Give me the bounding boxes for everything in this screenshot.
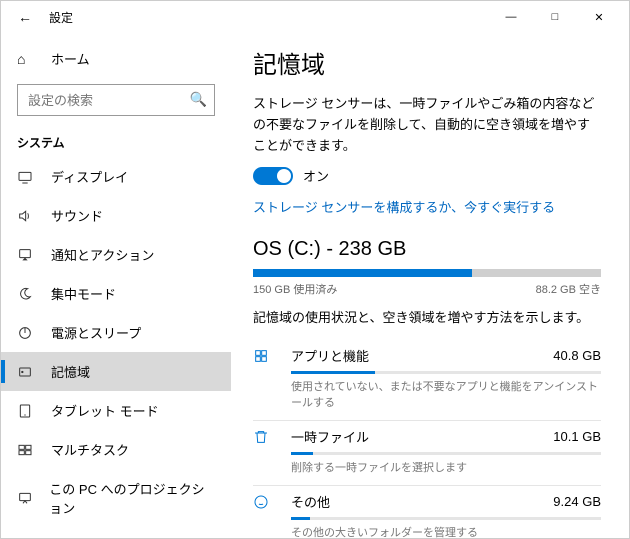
sidebar-item-sound[interactable]: サウンド [1,196,231,235]
nav-label: ディスプレイ [51,167,128,186]
multitask-icon [17,442,37,458]
category-item[interactable]: 一時ファイル10.1 GB 削除する一時ファイルを選択します [253,421,601,486]
category-icon [253,494,277,510]
home-label: ホーム [51,49,90,68]
category-icon [253,348,277,364]
nav-label: サウンド [51,206,103,225]
category-sub: 削除する一時ファイルを選択します [291,459,601,475]
category-size: 9.24 GB [553,494,601,509]
power-icon [17,325,37,341]
category-name: その他 [291,492,553,511]
sidebar-item-storage[interactable]: 記憶域 [1,352,231,391]
home-icon: ⌂ [17,51,37,67]
storage-sense-desc: ストレージ センサーは、一時ファイルやごみ箱の内容などの不要なファイルを削除して… [253,94,601,156]
category-name: 一時ファイル [291,427,553,446]
drive-used-label: 150 GB 使用済み [253,281,337,297]
nav-label: 電源とスリープ [51,323,141,342]
nav-label: 記憶域 [51,362,90,381]
page-title: 記憶域 [253,45,601,80]
search-input[interactable] [17,84,215,116]
drive-title: OS (C:) - 238 GB [253,238,601,261]
category-size: 10.1 GB [553,429,601,444]
category-icon [253,429,277,445]
tablet-icon [17,403,37,419]
category-item[interactable]: その他9.24 GB その他の大きいフォルダーを管理する [253,486,601,538]
sidebar-item-focus[interactable]: 集中モード [1,274,231,313]
category-bar [291,371,601,374]
nav-label: この PC へのプロジェクション [49,479,215,517]
nav-label: 集中モード [51,284,116,303]
configure-link[interactable]: ストレージ センサーを構成するか、今すぐ実行する [253,197,601,216]
category-sub: 使用されていない、または不要なアプリと機能をアンインストールする [291,378,601,410]
storage-sense-toggle[interactable] [253,167,293,185]
back-button[interactable]: ← [9,9,41,25]
focus-icon [17,286,37,302]
main-panel: 記憶域 ストレージ センサーは、一時ファイルやごみ箱の内容などの不要なファイルを… [231,33,629,538]
search-icon: 🔍 [190,91,207,108]
nav-label: タブレット モード [51,401,159,420]
category-size: 40.8 GB [553,348,601,363]
drive-desc: 記憶域の使用状況と、空き領域を増やす方法を示します。 [253,307,601,326]
close-button[interactable]: ✕ [577,1,621,33]
notification-icon [17,247,37,263]
nav-label: 共有エクスペリエンス [51,537,179,538]
nav-label: マルチタスク [51,440,129,459]
drive-usage-bar [253,269,601,277]
home-nav[interactable]: ⌂ ホーム [1,41,231,76]
storage-icon [17,364,37,380]
nav-label: 通知とアクション [51,245,154,264]
sound-icon [17,208,37,224]
sidebar-item-multitask[interactable]: マルチタスク [1,430,231,469]
drive-free-label: 88.2 GB 空き [536,281,601,297]
sidebar-item-shared[interactable]: 共有エクスペリエンス [1,527,231,538]
section-label: システム [1,124,231,157]
category-sub: その他の大きいフォルダーを管理する [291,524,601,538]
sidebar-item-display[interactable]: ディスプレイ [1,157,231,196]
window-title: 設定 [49,9,73,26]
category-bar [291,452,601,455]
display-icon [17,169,37,185]
sidebar: ⌂ ホーム 🔍 システム ディスプレイ サウンド 通知とアクション 集中モード … [1,33,231,538]
sidebar-item-tablet[interactable]: タブレット モード [1,391,231,430]
maximize-button[interactable]: □ [533,1,577,33]
category-item[interactable]: アプリと機能40.8 GB 使用されていない、または不要なアプリと機能をアンインス… [253,340,601,421]
sidebar-item-notifications[interactable]: 通知とアクション [1,235,231,274]
search-box[interactable]: 🔍 [17,84,215,116]
minimize-button[interactable]: ― [489,1,533,33]
category-bar [291,517,601,520]
toggle-label: オン [303,166,329,185]
titlebar: ← 設定 ― □ ✕ [1,1,629,33]
sidebar-item-power[interactable]: 電源とスリープ [1,313,231,352]
category-name: アプリと機能 [291,346,553,365]
sidebar-item-projection[interactable]: この PC へのプロジェクション [1,469,231,527]
projection-icon [17,490,35,506]
